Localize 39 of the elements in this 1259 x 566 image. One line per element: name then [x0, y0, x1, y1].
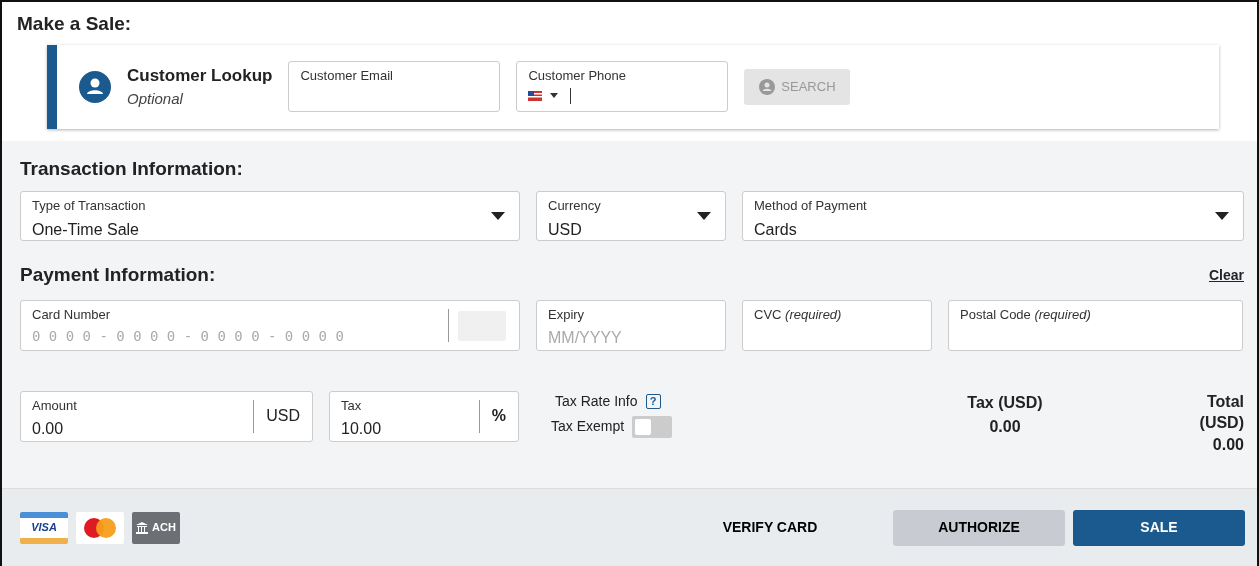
sale-button[interactable]: SALE	[1073, 509, 1245, 546]
lookup-title: Customer Lookup	[127, 64, 273, 87]
lookup-subtitle: Optional	[127, 89, 184, 109]
tax-rate-info-label: Tax Rate Info	[555, 391, 638, 411]
mastercard-logo	[76, 511, 124, 544]
tax-exempt-label: Tax Exempt	[551, 417, 625, 436]
verify-card-button[interactable]: VERIFY CARD	[695, 509, 845, 546]
clear-link[interactable]: Clear	[1208, 264, 1244, 286]
ach-logo: ACH	[132, 511, 180, 544]
cvc-field[interactable]: CVC (required)	[742, 299, 932, 351]
caret-icon	[697, 212, 711, 220]
tax-field[interactable]: Tax 10.00 %	[329, 390, 519, 442]
total-value: 0.00	[1211, 434, 1244, 455]
email-field[interactable]: Customer Email	[288, 61, 501, 112]
total-label: Total (USD)	[1198, 391, 1244, 434]
tax-exempt-toggle[interactable]	[632, 415, 673, 438]
text-cursor	[570, 87, 572, 104]
tax-total-value: 0.00	[988, 416, 1022, 437]
section-heading: Payment Information:	[20, 263, 216, 287]
caret-icon[interactable]	[550, 93, 559, 98]
flag-icon[interactable]	[528, 90, 543, 101]
postal-code-field[interactable]: Postal Code (required)	[948, 299, 1243, 351]
select-field[interactable]: Type of Transaction One-Time Sale	[20, 191, 520, 241]
caret-icon	[1215, 212, 1229, 220]
amount-field[interactable]: Amount 0.00 USD	[20, 390, 313, 442]
caret-icon	[491, 212, 505, 220]
phone-field[interactable]: Customer Phone	[516, 61, 729, 112]
page-title: Make a Sale:	[17, 12, 133, 36]
select-field[interactable]: Currency USD	[536, 191, 726, 241]
authorize-button[interactable]: AUTHORIZE	[893, 509, 1065, 546]
card-number-field[interactable]: Card Number 0 0 0 0 - 0 0 0 0 - 0 0 0 0 - 0 0 0 0	[20, 299, 520, 351]
help-icon[interactable]: ?	[645, 393, 661, 409]
visa-logo: VISA	[20, 511, 68, 544]
select-field[interactable]: Method of Payment Cards	[742, 191, 1244, 241]
user-icon	[79, 70, 111, 103]
section-heading: Transaction Information:	[20, 156, 244, 181]
user-icon	[759, 78, 776, 95]
expiry-field[interactable]: Expiry MM/YYYY	[536, 299, 726, 351]
tax-total-label: Tax (USD)	[966, 392, 1044, 413]
